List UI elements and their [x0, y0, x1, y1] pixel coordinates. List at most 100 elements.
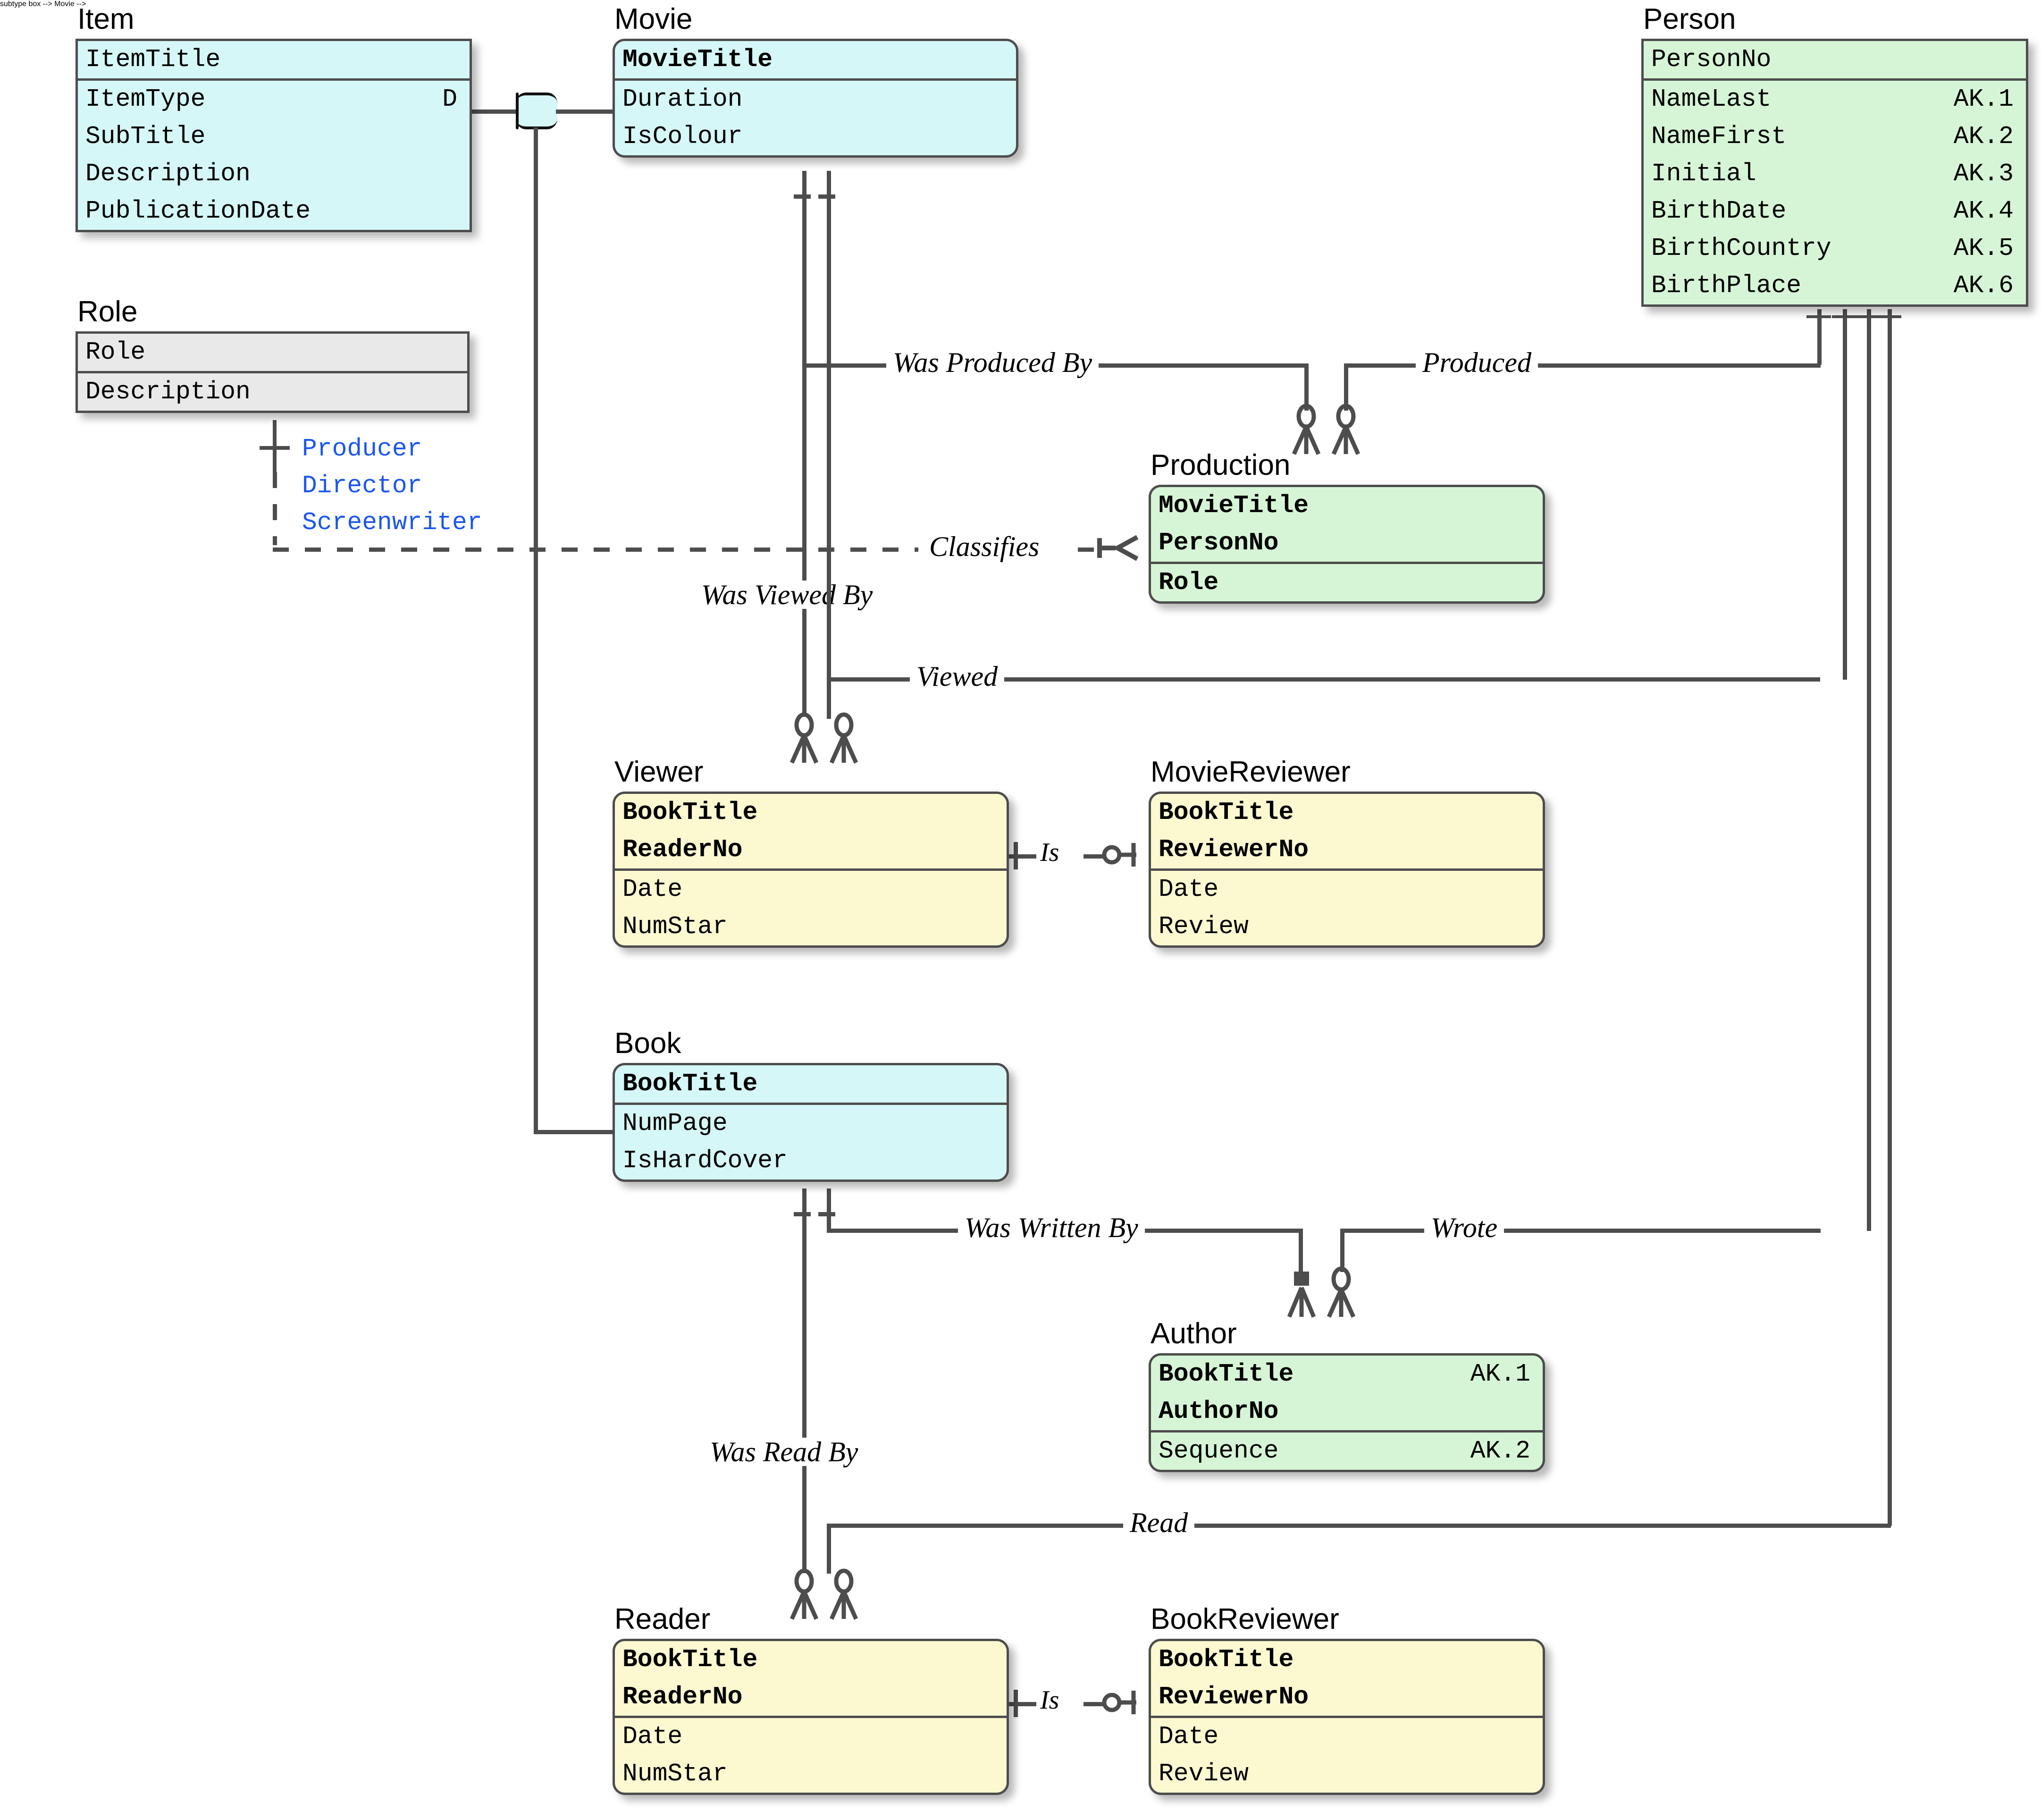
attr-label: BookTitle: [1159, 1360, 1294, 1388]
attr-label: PublicationDate: [85, 197, 311, 225]
pk-section-person: PersonNo: [1644, 41, 2026, 81]
attr-role-description: Description: [78, 373, 467, 411]
entity-title-role: Role: [77, 295, 138, 328]
attr-moviereviewer-date: Date: [1151, 871, 1543, 908]
attr-label: NameLast: [1651, 85, 1772, 113]
entity-person[interactable]: Person PersonNo NameLast AK.1 NameFirst …: [1641, 5, 2028, 307]
attr-author-booktitle: BookTitle AK.1: [1151, 1356, 1543, 1393]
attr-label: BookTitle: [1159, 798, 1294, 826]
was-viewed-by-vertical: [802, 365, 806, 716]
was-written-by-drop: [1299, 1229, 1303, 1272]
was-produced-by-label: Was Produced By: [886, 348, 1099, 377]
attr-item-subtitle: SubTitle: [78, 118, 470, 155]
attr-person-initial: Initial AK.3: [1644, 155, 2026, 193]
attr-person-birthdate: BirthDate AK.4: [1644, 193, 2026, 230]
attr-label: ReviewerNo: [1159, 835, 1309, 864]
entity-production[interactable]: Production MovieTitle PersonNo Role: [1149, 451, 1545, 604]
attr-author-sequence: Sequence AK.2: [1151, 1432, 1543, 1470]
attr-label: Role: [85, 338, 146, 366]
pk-section-role: Role: [78, 334, 467, 373]
entity-role[interactable]: Role Role Description: [76, 297, 470, 413]
attr-ak: AK.2: [1470, 1437, 1530, 1465]
attr-person-personno: PersonNo: [1644, 41, 2026, 78]
attr-label: BookTitle: [622, 1070, 758, 1098]
attr-role-role: Role: [78, 334, 467, 371]
viewed-drop: [827, 677, 831, 719]
attr-section-viewer: Date NumStar: [615, 871, 1007, 945]
pk-section-author: BookTitle AK.1 AuthorNo: [1151, 1356, 1543, 1432]
entity-box-moviereviewer[interactable]: BookTitle ReviewerNo Date Review: [1149, 792, 1545, 948]
entity-box-viewer[interactable]: BookTitle ReaderNo Date NumStar: [613, 792, 1009, 948]
attr-label: IsHardCover: [622, 1146, 788, 1175]
attr-label: NumStar: [622, 1760, 728, 1788]
classifies-arrow-icon: [1097, 535, 1139, 561]
attr-label: Review: [1159, 912, 1249, 941]
crowsfoot-author-pair: [1287, 1266, 1356, 1318]
produced-label: Produced: [1416, 348, 1538, 377]
attr-label: Review: [1159, 1760, 1249, 1788]
attr-production-movietitle: MovieTitle: [1151, 487, 1543, 524]
entity-moviereviewer[interactable]: MovieReviewer BookTitle ReviewerNo Date …: [1149, 758, 1545, 948]
attr-label: Duration: [622, 85, 743, 113]
wrote-horizontal: [1340, 1229, 1821, 1233]
attr-production-personno: PersonNo: [1151, 524, 1543, 562]
attr-book-numpage: NumPage: [615, 1105, 1007, 1142]
entity-viewer[interactable]: Viewer BookTitle ReaderNo Date NumStar: [613, 758, 1009, 948]
entity-box-item[interactable]: ItemTitle ItemType D SubTitle Descriptio…: [76, 39, 472, 232]
entity-item[interactable]: Item ItemTitle ItemType D SubTitle Descr…: [76, 5, 472, 232]
entity-author[interactable]: Author BookTitle AK.1 AuthorNo Sequence …: [1149, 1319, 1545, 1472]
attr-section-movie: Duration IsColour: [615, 81, 1016, 155]
attr-label: NumStar: [622, 912, 728, 941]
entity-book[interactable]: Book BookTitle NumPage IsHardCover: [613, 1029, 1009, 1182]
entity-box-production[interactable]: MovieTitle PersonNo Role: [1149, 485, 1545, 604]
pk-section-moviereviewer: BookTitle ReviewerNo: [1151, 794, 1543, 871]
entity-bookreviewer[interactable]: BookReviewer BookTitle ReviewerNo Date R…: [1149, 1605, 1545, 1795]
entity-box-book[interactable]: BookTitle NumPage IsHardCover: [613, 1063, 1009, 1182]
entity-reader[interactable]: Reader BookTitle ReaderNo Date NumStar: [613, 1605, 1009, 1795]
attr-book-ishardcover: IsHardCover: [615, 1142, 1007, 1180]
read-label: Read: [1123, 1508, 1195, 1537]
attr-ak: AK.5: [1953, 234, 2014, 262]
connector-trunk-to-book: [534, 1130, 614, 1134]
attr-ak: AK.2: [1953, 122, 2014, 151]
attr-label: Role: [1159, 568, 1219, 597]
attr-label: MovieTitle: [622, 45, 773, 74]
wrote-label: Wrote: [1424, 1213, 1504, 1242]
attr-label: PersonNo: [1651, 45, 1772, 74]
subtype-box-left-arc: [516, 93, 519, 129]
entity-box-author[interactable]: BookTitle AK.1 AuthorNo Sequence AK.2: [1149, 1353, 1545, 1472]
attr-label: Date: [1159, 875, 1219, 903]
entity-box-role[interactable]: Role Description: [76, 331, 470, 413]
attr-movie-duration: Duration: [615, 81, 1016, 118]
entity-movie[interactable]: Movie MovieTitle Duration IsColour: [613, 5, 1018, 158]
attr-item-description: Description: [78, 155, 470, 193]
attr-item-itemtitle: ItemTitle: [78, 41, 470, 78]
attr-ak: D: [442, 85, 457, 113]
subtype-discriminator-box: [516, 93, 557, 129]
entity-box-reader[interactable]: BookTitle ReaderNo Date NumStar: [613, 1639, 1009, 1795]
attr-label: Sequence: [1159, 1437, 1279, 1465]
reader-is-optional-one-icon: [1102, 1691, 1136, 1714]
entity-box-movie[interactable]: MovieTitle Duration IsColour: [613, 39, 1018, 158]
attr-section-book: NumPage IsHardCover: [615, 1105, 1007, 1180]
entity-box-bookreviewer[interactable]: BookTitle ReviewerNo Date Review: [1149, 1639, 1545, 1795]
attr-label: ItemType: [85, 85, 206, 113]
wrote-drop: [1340, 1229, 1344, 1272]
attr-label: BirthCountry: [1651, 234, 1831, 262]
attr-moviereviewer-booktitle: BookTitle: [1151, 794, 1543, 831]
subtype-label-producer: Producer: [302, 435, 422, 463]
pk-section-reader: BookTitle ReaderNo: [615, 1641, 1007, 1718]
entity-title-author: Author: [1151, 1317, 1237, 1350]
entity-box-person[interactable]: PersonNo NameLast AK.1 NameFirst AK.2 In…: [1641, 39, 2028, 307]
attr-moviereviewer-review: Review: [1151, 908, 1543, 945]
was-produced-by-drop: [1304, 363, 1309, 411]
attr-author-authorno: AuthorNo: [1151, 1393, 1543, 1430]
attr-movie-iscolour: IsColour: [615, 118, 1016, 155]
pk-section-production: MovieTitle PersonNo: [1151, 487, 1543, 564]
pk-section-bookreviewer: BookTitle ReviewerNo: [1151, 1641, 1543, 1718]
attr-bookreviewer-booktitle: BookTitle: [1151, 1641, 1543, 1678]
attr-bookreviewer-date: Date: [1151, 1718, 1543, 1755]
classifies-role-tick: [260, 446, 290, 450]
was-viewed-by-label: Was Viewed By: [695, 581, 880, 609]
attr-section-reader: Date NumStar: [615, 1718, 1007, 1793]
